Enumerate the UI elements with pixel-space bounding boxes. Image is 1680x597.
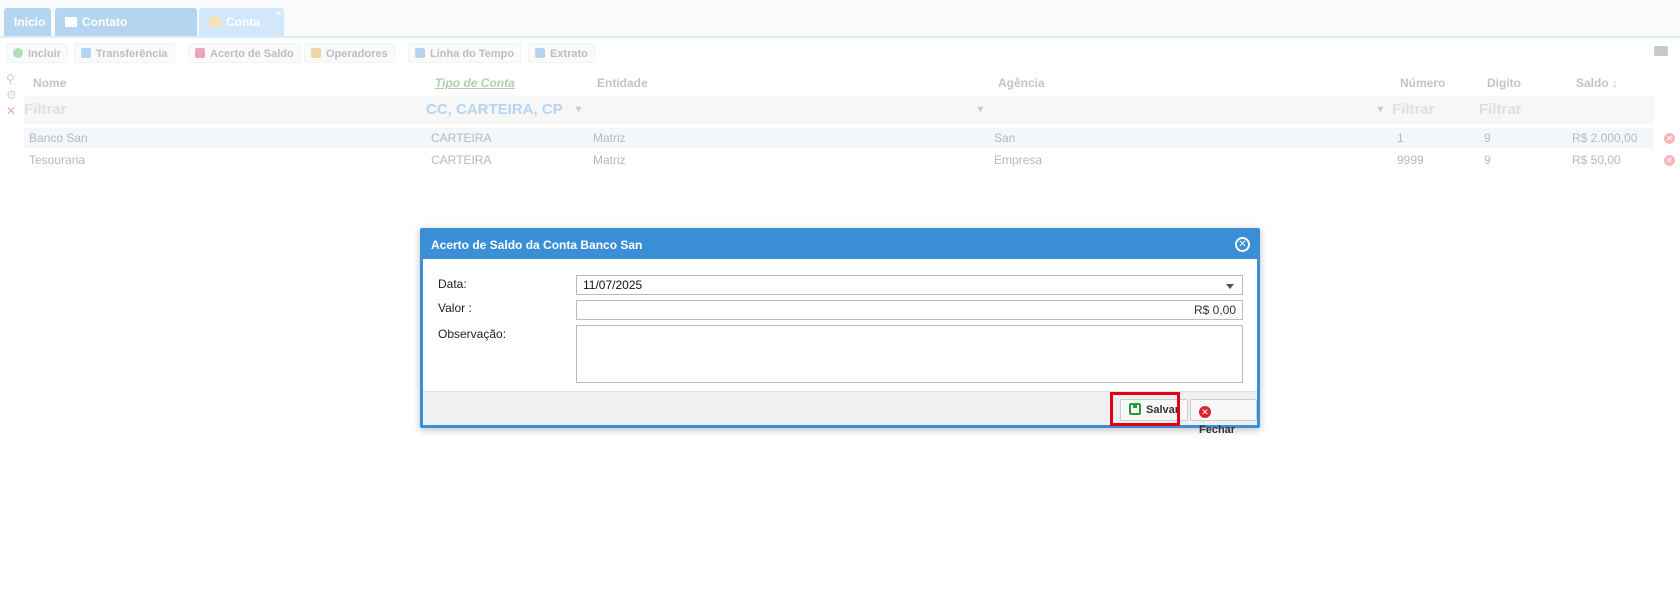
statement-icon — [535, 48, 545, 58]
filter-nome[interactable]: Filtrar — [24, 96, 67, 124]
tab-close-icon[interactable]: × — [276, 0, 281, 27]
acerto-saldo-button[interactable]: Acerto de Saldo — [188, 43, 301, 63]
header-agencia[interactable]: Agência — [998, 70, 1045, 96]
filter-digito[interactable]: Filtrar — [1479, 96, 1522, 124]
filter-numero[interactable]: Filtrar — [1392, 96, 1435, 124]
header-saldo[interactable]: Saldo ↓ — [1576, 70, 1618, 96]
chevron-down-icon[interactable]: ▼ — [976, 104, 985, 114]
header-tipo-conta[interactable]: Tipo de Conta — [435, 70, 515, 96]
users-icon — [311, 48, 321, 58]
valor-field[interactable]: R$ 0,00 — [576, 300, 1243, 320]
gear-icon[interactable]: ⚙ — [6, 88, 20, 102]
calendar-icon — [65, 17, 77, 27]
tab-conta[interactable]: Conta × — [199, 8, 284, 36]
dialog-header: Acerto de Saldo da Conta Banco San ✕ — [423, 231, 1257, 259]
delete-row-icon[interactable]: ✕ — [1664, 133, 1675, 144]
tab-inicio[interactable]: Início — [4, 8, 51, 36]
observacao-textarea[interactable] — [576, 325, 1243, 383]
incluir-button[interactable]: Incluir — [6, 43, 69, 63]
linha-tempo-button[interactable]: Linha do Tempo — [408, 43, 522, 63]
printer-icon[interactable] — [1654, 46, 1668, 56]
chevron-down-icon[interactable] — [1226, 284, 1234, 289]
valor-label: Valor : — [438, 301, 472, 315]
transferencia-button[interactable]: Transferência — [74, 43, 175, 63]
header-entidade[interactable]: Entidade — [597, 70, 648, 96]
header-digito[interactable]: Digito — [1487, 70, 1521, 96]
chevron-down-icon[interactable]: ▼ — [574, 104, 583, 114]
tab-bar: Início Contato Agendado Conta× — [0, 0, 1680, 57]
search-icon[interactable]: ⚲ — [6, 72, 20, 86]
data-field[interactable]: 11/07/2025 — [576, 275, 1243, 295]
filter-row: Filtrar CC, CARTEIRA, CP ▼ ▼ ▼ Filtrar F… — [24, 96, 1654, 124]
toolbar: Incluir Transferência Acerto de Saldo Op… — [0, 43, 1680, 65]
extrato-button[interactable]: Extrato — [528, 43, 595, 63]
adjust-icon — [195, 48, 205, 58]
close-button[interactable]: ✕Fechar — [1190, 399, 1257, 436]
header-numero[interactable]: Número — [1400, 70, 1445, 96]
table-row[interactable]: Tesouraria CARTEIRA Matriz Empresa 9999 … — [24, 150, 1654, 170]
operadores-button[interactable]: Operadores — [304, 43, 395, 63]
chevron-down-icon[interactable]: ▼ — [1376, 104, 1385, 114]
clear-filter-icon[interactable]: ✕ — [6, 104, 20, 118]
table-row[interactable]: Banco San CARTEIRA Matriz San 1 9 R$ 2.0… — [24, 128, 1654, 148]
timeline-icon — [415, 48, 425, 58]
delete-row-icon[interactable]: ✕ — [1664, 155, 1675, 166]
close-icon[interactable]: ✕ — [1235, 237, 1250, 252]
observacao-label: Observação: — [438, 327, 507, 341]
share-icon — [81, 48, 91, 58]
dialog-title: Acerto de Saldo da Conta Banco San — [431, 238, 643, 252]
save-button-highlight — [1110, 392, 1180, 426]
close-circle-icon: ✕ — [1199, 406, 1211, 418]
wallet-icon — [209, 17, 221, 27]
filter-tipo-conta[interactable]: CC, CARTEIRA, CP — [426, 96, 563, 124]
header-nome[interactable]: Nome — [33, 70, 66, 96]
data-label: Data: — [438, 277, 467, 291]
tab-contato-agendado[interactable]: Contato Agendado — [55, 8, 197, 57]
add-icon — [13, 48, 23, 58]
